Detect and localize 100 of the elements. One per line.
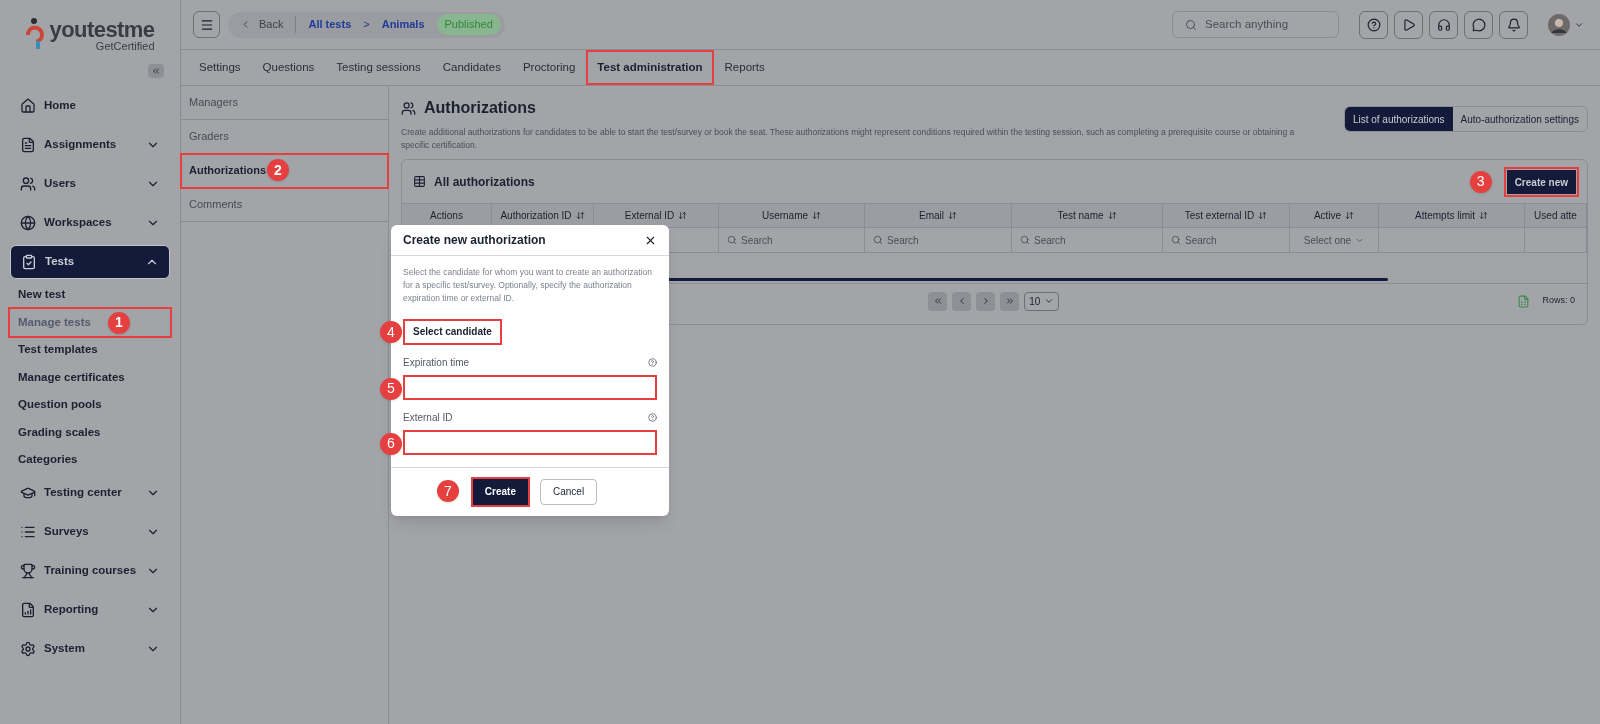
tab[interactable]: Settings [188,50,252,85]
view-toggle[interactable]: List of authorizations [1344,107,1453,131]
tab[interactable]: Reports [713,50,776,85]
report-icon [20,602,36,618]
column-header[interactable]: Used atte [1525,204,1586,228]
cancel-button[interactable]: Cancel [540,478,598,505]
column-header[interactable]: External ID [594,204,718,228]
sidebar-item[interactable]: Surveys [10,515,170,549]
column-header[interactable]: Test external ID [1163,204,1289,228]
sidebar-item[interactable]: System [10,632,170,666]
field-label: External ID [403,410,453,425]
pagination-button[interactable] [1000,291,1020,311]
sidebar-subitem[interactable]: Test templates [10,336,170,364]
sidebar-item[interactable]: Assignments [10,127,170,162]
search-icon [1171,235,1181,245]
sort-icon [1479,211,1488,220]
step-marker: 1 [108,311,130,334]
help-icon[interactable] [648,412,657,422]
create-new-button[interactable]: Create new [1506,170,1576,195]
toolbar-button[interactable] [1359,10,1388,39]
tab[interactable]: Candidates [431,50,512,85]
breadcrumb-link[interactable]: All tests [308,16,352,33]
sidebar-item[interactable]: Tests [10,244,170,279]
headset-icon [1436,17,1451,32]
chat-icon [1471,17,1486,32]
step-marker: 7 [436,480,459,503]
select-candidate-button[interactable]: Select candidate [403,318,502,345]
step-marker: 5 [380,377,402,400]
sort-icon [1345,211,1355,220]
search-field[interactable]: Search anything [1172,11,1339,38]
column-header[interactable]: Actions [402,204,491,228]
sidebar-item[interactable]: Workspaces [10,205,170,240]
last-page-icon [1004,296,1015,306]
sidebar-subitem[interactable]: Manage certificates [10,363,170,391]
settings-icon [20,641,36,657]
create-button[interactable]: Create [472,478,528,505]
sort-icon [948,211,957,220]
sidebar-item[interactable]: Users [10,166,170,201]
filter-search-field[interactable]: Search [727,232,773,248]
sort-icon [678,211,688,220]
pagination-button[interactable] [928,291,948,311]
status-badge: Published [436,14,501,35]
graduation-cap-icon [20,485,36,501]
sidebar-item[interactable]: Reporting [10,593,170,627]
column-header[interactable]: Authorization ID [492,204,593,228]
column-header[interactable]: Test name [1012,204,1162,228]
sort-icon [1258,211,1268,220]
input-field[interactable] [403,374,657,400]
menu-button[interactable] [193,11,220,38]
sidebar-item[interactable]: Home [10,88,170,123]
sidebar-subitem[interactable]: Question pools [10,391,170,419]
sort-icon [812,211,822,220]
filter-select[interactable]: Select one [1303,232,1365,248]
breadcrumb-link[interactable]: Animals [381,16,425,33]
subnav-item[interactable]: Graders [181,120,388,154]
sidebar-subitem[interactable]: New test [10,281,170,309]
step-marker: 4 [380,321,402,343]
rows-count: Rows: 0 [1542,294,1575,308]
chevron-down-icon [1044,296,1055,306]
input-field[interactable] [403,429,657,455]
tab[interactable]: Testing sessions [325,50,432,85]
sidebar-item[interactable]: Testing center [10,476,170,510]
filter-search-field[interactable]: Search [1171,232,1217,248]
toolbar-button[interactable] [1429,10,1458,39]
toolbar-button[interactable] [1499,10,1528,39]
help-icon[interactable] [648,357,657,367]
field-label: Expiration time [403,355,470,370]
sidebar-item[interactable]: Training courses [10,554,170,588]
column-header[interactable]: Active [1290,204,1378,228]
globe-icon [20,214,36,231]
sidebar-subitem[interactable]: Grading scales [10,418,170,446]
toolbar-button[interactable] [1464,10,1493,39]
users-icon [20,175,36,192]
back-button[interactable]: Back [240,16,297,33]
page-size-select[interactable]: 10 [1024,291,1060,311]
column-header[interactable]: Username [719,204,864,228]
step-marker: 6 [380,432,402,455]
subnav-item[interactable]: Managers [181,86,388,120]
avatar[interactable] [1548,13,1570,36]
home-icon [20,97,36,114]
column-header[interactable]: Email [865,204,1011,228]
collapse-button[interactable] [148,64,164,78]
toolbar-button[interactable] [1394,10,1423,39]
collapse-icon [151,66,161,76]
sort-icon [575,211,585,220]
tab[interactable]: Test administration [586,50,714,85]
document-icon [20,136,36,153]
bell-icon [1506,17,1521,32]
column-header[interactable]: Attempts limit [1379,204,1524,228]
first-page-icon [932,296,943,306]
subnav-item[interactable]: Authorizations 2 [181,154,388,188]
subnav-item[interactable]: Comments [181,188,388,222]
view-toggle[interactable]: Auto-authorization settings [1452,107,1587,131]
table-icon [413,175,426,188]
sidebar-subitem[interactable]: Manage tests 1 [10,308,170,336]
tab[interactable]: Proctoring [511,50,587,85]
filter-search-field[interactable]: Search [873,232,919,248]
sidebar-subitem[interactable]: Categories [10,446,170,474]
filter-search-field[interactable]: Search [1020,232,1066,248]
tab[interactable]: Questions [251,50,326,85]
